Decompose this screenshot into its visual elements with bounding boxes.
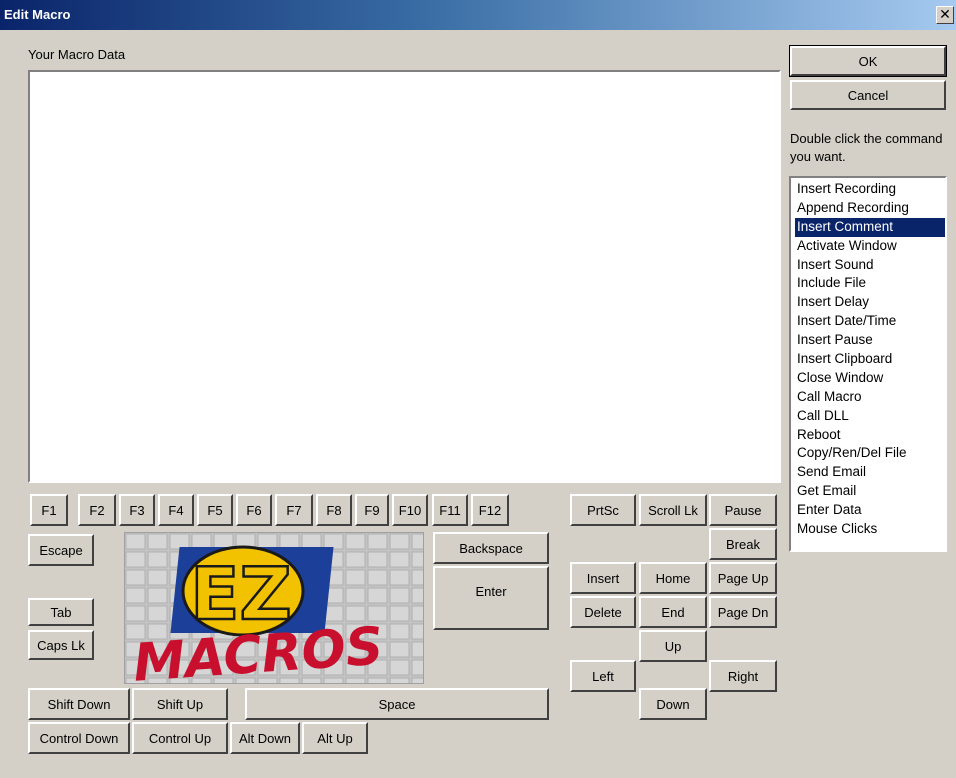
macro-data-label: Your Macro Data <box>28 47 126 62</box>
caps-lock-key[interactable]: Caps Lk <box>28 630 94 660</box>
logo-graphic: EZ MACROS <box>125 533 423 683</box>
command-list-item[interactable]: Append Recording <box>795 199 945 218</box>
command-list-item[interactable]: Mouse Clicks <box>795 520 945 539</box>
command-list-item[interactable]: Close Window <box>795 369 945 388</box>
tab-key[interactable]: Tab <box>28 598 94 626</box>
cancel-button[interactable]: Cancel <box>790 80 946 110</box>
pause-key[interactable]: Pause <box>709 494 777 526</box>
left-arrow-key[interactable]: Left <box>570 660 636 692</box>
space-key[interactable]: Space <box>245 688 549 720</box>
control-up-key[interactable]: Control Up <box>132 722 228 754</box>
control-down-key[interactable]: Control Down <box>28 722 130 754</box>
f9-key[interactable]: F9 <box>355 494 389 526</box>
shift-down-key[interactable]: Shift Down <box>28 688 130 720</box>
command-list-item[interactable]: Insert Sound <box>795 256 945 275</box>
command-list-item[interactable]: Insert Clipboard <box>795 350 945 369</box>
command-list-item[interactable]: Insert Delay <box>795 293 945 312</box>
prtsc-key[interactable]: PrtSc <box>570 494 636 526</box>
window-title: Edit Macro <box>4 7 71 22</box>
command-list-item[interactable]: Insert Pause <box>795 331 945 350</box>
break-key[interactable]: Break <box>709 528 777 560</box>
command-list-item[interactable]: Copy/Ren/Del File <box>795 444 945 463</box>
f10-key[interactable]: F10 <box>392 494 428 526</box>
instructions-label: Double click the command you want. <box>790 131 943 164</box>
f11-key[interactable]: F11 <box>432 494 468 526</box>
command-list-item[interactable]: Insert Date/Time <box>795 312 945 331</box>
ez-macros-logo: EZ MACROS <box>124 532 424 684</box>
f3-key[interactable]: F3 <box>119 494 155 526</box>
command-list-item[interactable]: Insert Recording <box>795 180 945 199</box>
down-arrow-key[interactable]: Down <box>639 688 707 720</box>
f12-key[interactable]: F12 <box>471 494 509 526</box>
f5-key[interactable]: F5 <box>197 494 233 526</box>
close-button[interactable]: ✕ <box>936 6 954 24</box>
scroll-lock-key[interactable]: Scroll Lk <box>639 494 707 526</box>
command-list-item[interactable]: Send Email <box>795 463 945 482</box>
command-list-item[interactable]: Call Macro <box>795 388 945 407</box>
command-list: Insert Recording Append Recording Insert C… <box>791 178 945 539</box>
command-listbox[interactable]: Insert Recording Append Recording Insert C… <box>789 176 947 552</box>
insert-key[interactable]: Insert <box>570 562 636 594</box>
delete-key[interactable]: Delete <box>570 596 636 628</box>
command-list-item[interactable]: Activate Window <box>795 237 945 256</box>
end-key[interactable]: End <box>639 596 707 628</box>
ok-button[interactable]: OK <box>789 45 947 77</box>
up-arrow-key[interactable]: Up <box>639 630 707 662</box>
f4-key[interactable]: F4 <box>158 494 194 526</box>
command-list-item[interactable]: Call DLL <box>795 407 945 426</box>
backspace-key[interactable]: Backspace <box>433 532 549 564</box>
f6-key[interactable]: F6 <box>236 494 272 526</box>
enter-key[interactable]: Enter <box>433 566 549 630</box>
f1-key[interactable]: F1 <box>30 494 68 526</box>
right-arrow-key[interactable]: Right <box>709 660 777 692</box>
f7-key[interactable]: F7 <box>275 494 313 526</box>
alt-down-key[interactable]: Alt Down <box>230 722 300 754</box>
command-list-item[interactable]: Include File <box>795 274 945 293</box>
escape-key[interactable]: Escape <box>28 534 94 566</box>
f8-key[interactable]: F8 <box>316 494 352 526</box>
macro-data-textarea[interactable] <box>28 70 781 483</box>
command-list-item[interactable]: Enter Data <box>795 501 945 520</box>
page-up-key[interactable]: Page Up <box>709 562 777 594</box>
command-list-item[interactable]: Insert Comment <box>795 217 945 237</box>
f2-key[interactable]: F2 <box>78 494 116 526</box>
home-key[interactable]: Home <box>639 562 707 594</box>
alt-up-key[interactable]: Alt Up <box>302 722 368 754</box>
page-down-key[interactable]: Page Dn <box>709 596 777 628</box>
command-list-item[interactable]: Reboot <box>795 426 945 445</box>
command-list-item[interactable]: Get Email <box>795 482 945 501</box>
shift-up-key[interactable]: Shift Up <box>132 688 228 720</box>
title-bar[interactable]: Edit Macro ✕ <box>0 0 956 30</box>
close-icon: ✕ <box>939 7 951 23</box>
